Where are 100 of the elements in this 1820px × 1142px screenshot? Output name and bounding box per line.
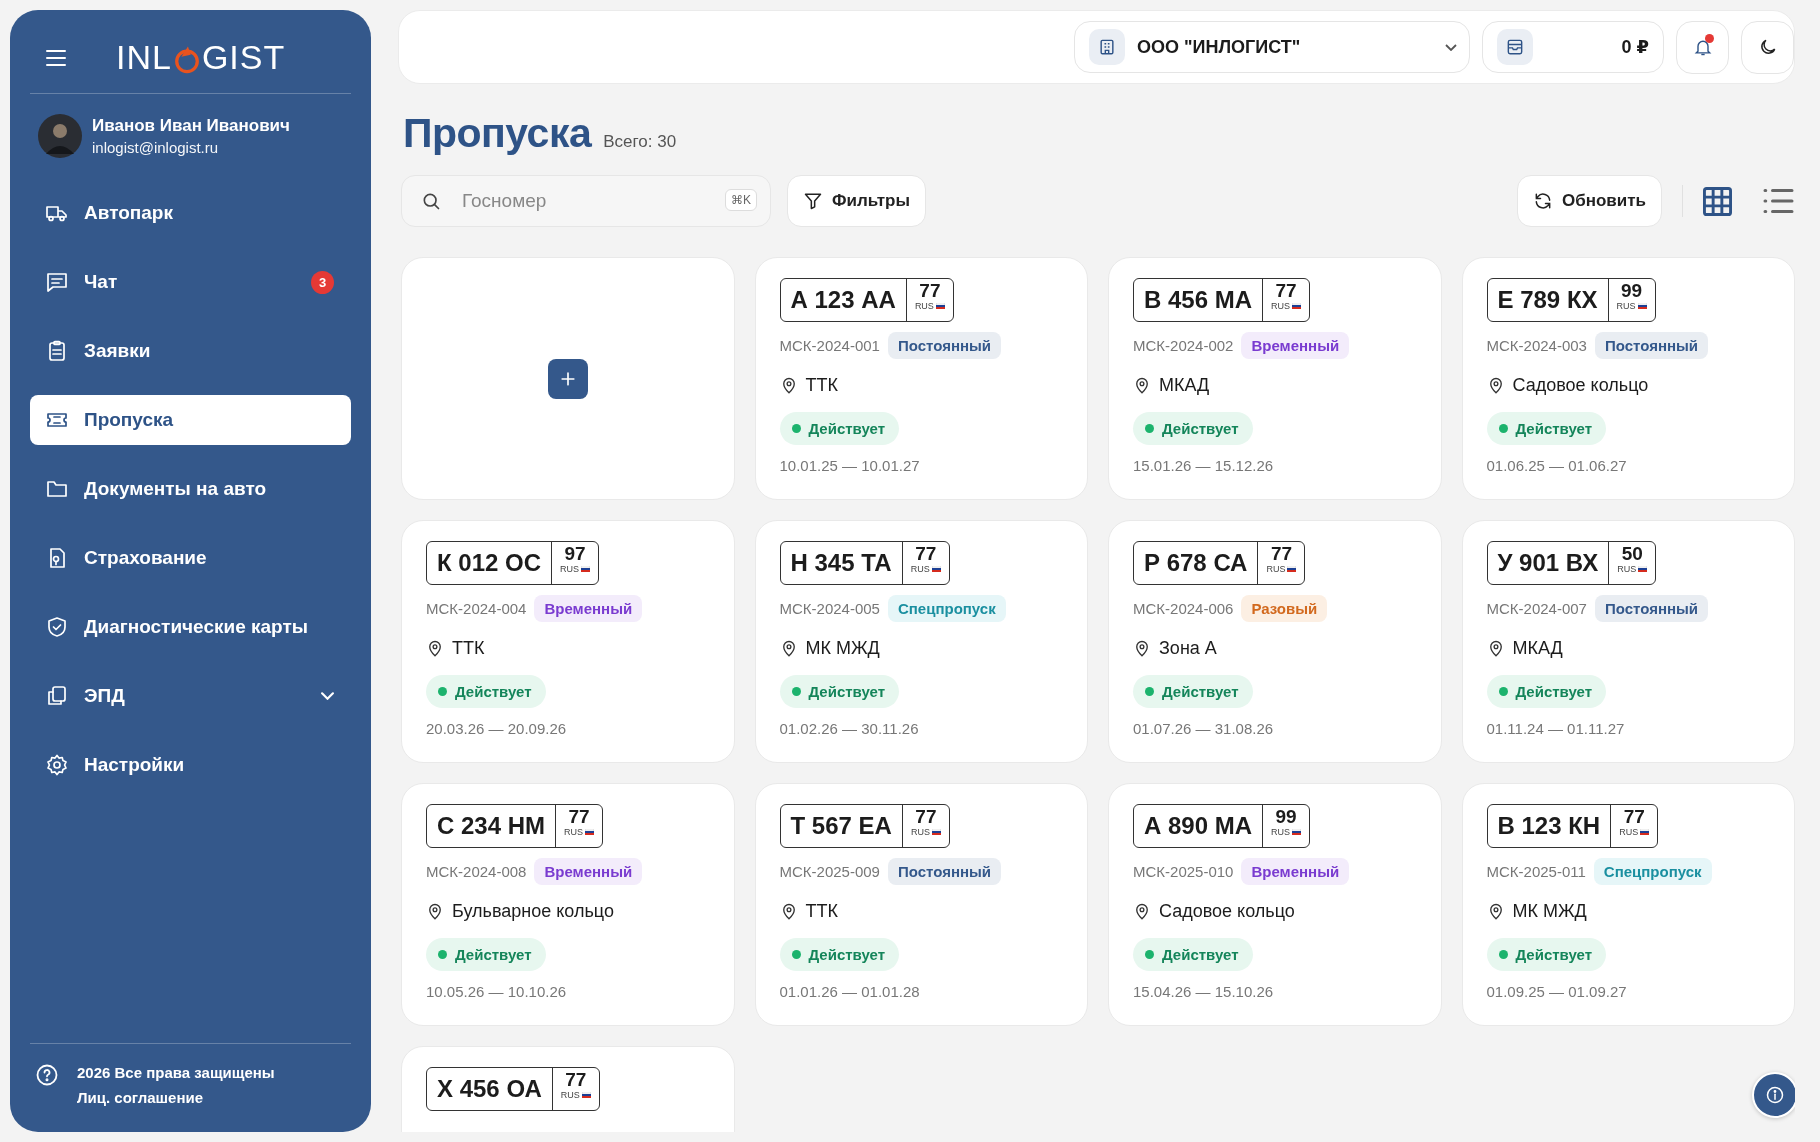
grid-view-icon[interactable] — [1703, 186, 1732, 216]
filter-icon — [803, 191, 823, 211]
user-email: inlogist@inlogist.ru — [92, 139, 220, 156]
filters-button[interactable]: Фильтры — [787, 175, 926, 227]
flag-icon — [1292, 303, 1302, 309]
nav-item[interactable]: Чат 3 — [30, 257, 351, 307]
nav-item[interactable]: Автопарк — [30, 188, 351, 238]
refresh-button[interactable]: Обновить — [1516, 175, 1662, 227]
search-icon — [421, 191, 441, 211]
flag-icon — [1640, 829, 1650, 835]
flag-icon — [935, 303, 945, 309]
page-title: Пропуска — [403, 110, 592, 157]
license-link[interactable]: Лиц. соглашение — [77, 1085, 275, 1110]
copy-icon — [45, 684, 69, 708]
validity-dates: 01.06.25 — 01.06.27 — [1486, 457, 1628, 474]
pass-number: МСК-2025-009 — [779, 863, 880, 880]
flag-icon — [1638, 566, 1648, 572]
zone-name: ТТК — [805, 375, 838, 396]
validity-dates: 10.01.25 — 10.01.27 — [779, 457, 921, 474]
pass-number: МСК-2025-010 — [1133, 863, 1234, 880]
validity-dates: 20.03.26 — 20.09.26 — [426, 720, 568, 737]
flag-icon — [581, 1092, 591, 1098]
location-pin-icon — [1133, 639, 1151, 658]
location-pin-icon — [426, 902, 444, 921]
total-count: Всего: 30 — [603, 132, 677, 152]
pass-type-tag: Постоянный — [887, 858, 1002, 885]
validity-dates: 15.04.26 — 15.10.26 — [1133, 983, 1275, 1000]
validity-dates: 10.05.26 — 10.10.26 — [426, 983, 568, 1000]
location-pin-icon — [1133, 376, 1151, 395]
nav-item[interactable]: Диагностические карты — [30, 602, 351, 652]
logo-text: INL — [116, 38, 172, 77]
pass-type-tag: Постоянный — [887, 332, 1002, 359]
zone-name: Зона А — [1159, 638, 1217, 659]
location-pin-icon — [426, 639, 444, 658]
unread-badge: 3 — [311, 270, 334, 294]
zone-name: Садовое кольцо — [1159, 901, 1295, 922]
status-badge: Действует — [779, 675, 900, 708]
pass-number: МСК-2024-004 — [426, 600, 527, 617]
building-icon — [1097, 37, 1117, 57]
nav-item[interactable]: Настройки — [30, 740, 351, 790]
validity-dates: 01.09.25 — 01.09.27 — [1486, 983, 1628, 1000]
pass-type-tag: Постоянный — [1594, 332, 1709, 359]
chat-icon — [45, 270, 69, 294]
zone-name: МКАД — [1159, 375, 1210, 396]
flag-icon — [581, 566, 591, 572]
validity-dates: 01.02.26 — 30.11.26 — [779, 720, 920, 737]
flag-icon — [1292, 829, 1302, 835]
pass-type-tag: Временный — [1241, 332, 1350, 359]
theme-button[interactable] — [1741, 20, 1794, 74]
chevron-icon[interactable] — [321, 692, 334, 700]
zone-name: МКАД — [1512, 638, 1563, 659]
status-badge: Действует — [1486, 675, 1607, 708]
status-badge: Действует — [1133, 412, 1253, 445]
notifications-button[interactable] — [1676, 20, 1729, 74]
status-badge: Действует — [1486, 412, 1607, 445]
flag-icon — [931, 829, 941, 835]
pass-number: МСК-2024-001 — [779, 337, 880, 354]
pass-number: МСК-2024-005 — [779, 600, 880, 617]
company-select[interactable]: ООО "ИНЛОГИСТ" — [1074, 21, 1470, 73]
flag-icon — [931, 566, 941, 572]
validity-dates: 01.07.26 — 31.08.26 — [1133, 720, 1275, 737]
chevron-icon — [1445, 43, 1457, 51]
location-pin-icon — [1133, 902, 1151, 921]
pass-type-tag: Разовый — [1241, 595, 1328, 622]
pass-number: МСК-2024-003 — [1486, 337, 1587, 354]
pass-type-tag: Временный — [1241, 858, 1350, 885]
validity-dates: 01.11.24 — 01.11.27 — [1486, 720, 1626, 737]
gear-icon — [45, 753, 69, 777]
nav-item[interactable]: Страхование — [30, 533, 351, 583]
pass-number: МСК-2024-006 — [1133, 600, 1234, 617]
add-button[interactable] — [547, 358, 588, 399]
nav-item[interactable]: Пропуска — [30, 395, 351, 445]
validity-dates: 01.01.26 — 01.01.28 — [779, 983, 921, 1000]
nav-item[interactable]: Документы на авто — [30, 464, 351, 514]
pass-type-tag: Временный — [534, 595, 643, 622]
pass-type-tag: Постоянный — [1594, 595, 1709, 622]
info-button[interactable] — [1752, 1072, 1795, 1118]
nav-item[interactable]: Заявки — [30, 326, 351, 376]
shield-icon — [45, 615, 69, 639]
status-badge: Действует — [1486, 938, 1607, 971]
zone-name: Садовое кольцо — [1512, 375, 1649, 396]
avatar — [38, 114, 82, 158]
pass-number: МСК-2024-002 — [1133, 337, 1234, 354]
pass-number: МСК-2025-011 — [1486, 863, 1586, 880]
pass-type-tag: Временный — [534, 858, 643, 885]
status-badge: Действует — [779, 938, 900, 971]
flag-icon — [1637, 303, 1647, 309]
nav-item[interactable]: ЭПД — [30, 671, 351, 721]
list-view-icon[interactable] — [1762, 189, 1795, 213]
zone-name: Бульварное кольцо — [452, 901, 614, 922]
wallet-icon — [1505, 37, 1525, 57]
pass-type-tag: Спецпропуск — [887, 595, 1006, 622]
pass-type-tag: Спецпропуск — [1593, 858, 1712, 885]
balance-widget[interactable]: 0 ₽ — [1482, 21, 1664, 73]
help-icon[interactable] — [35, 1063, 59, 1087]
zone-name: МК МЖД — [1512, 901, 1587, 922]
status-badge: Действует — [426, 675, 546, 708]
zone-name: МК МЖД — [805, 638, 880, 659]
status-badge: Действует — [426, 938, 546, 971]
flag-icon — [1287, 566, 1297, 572]
